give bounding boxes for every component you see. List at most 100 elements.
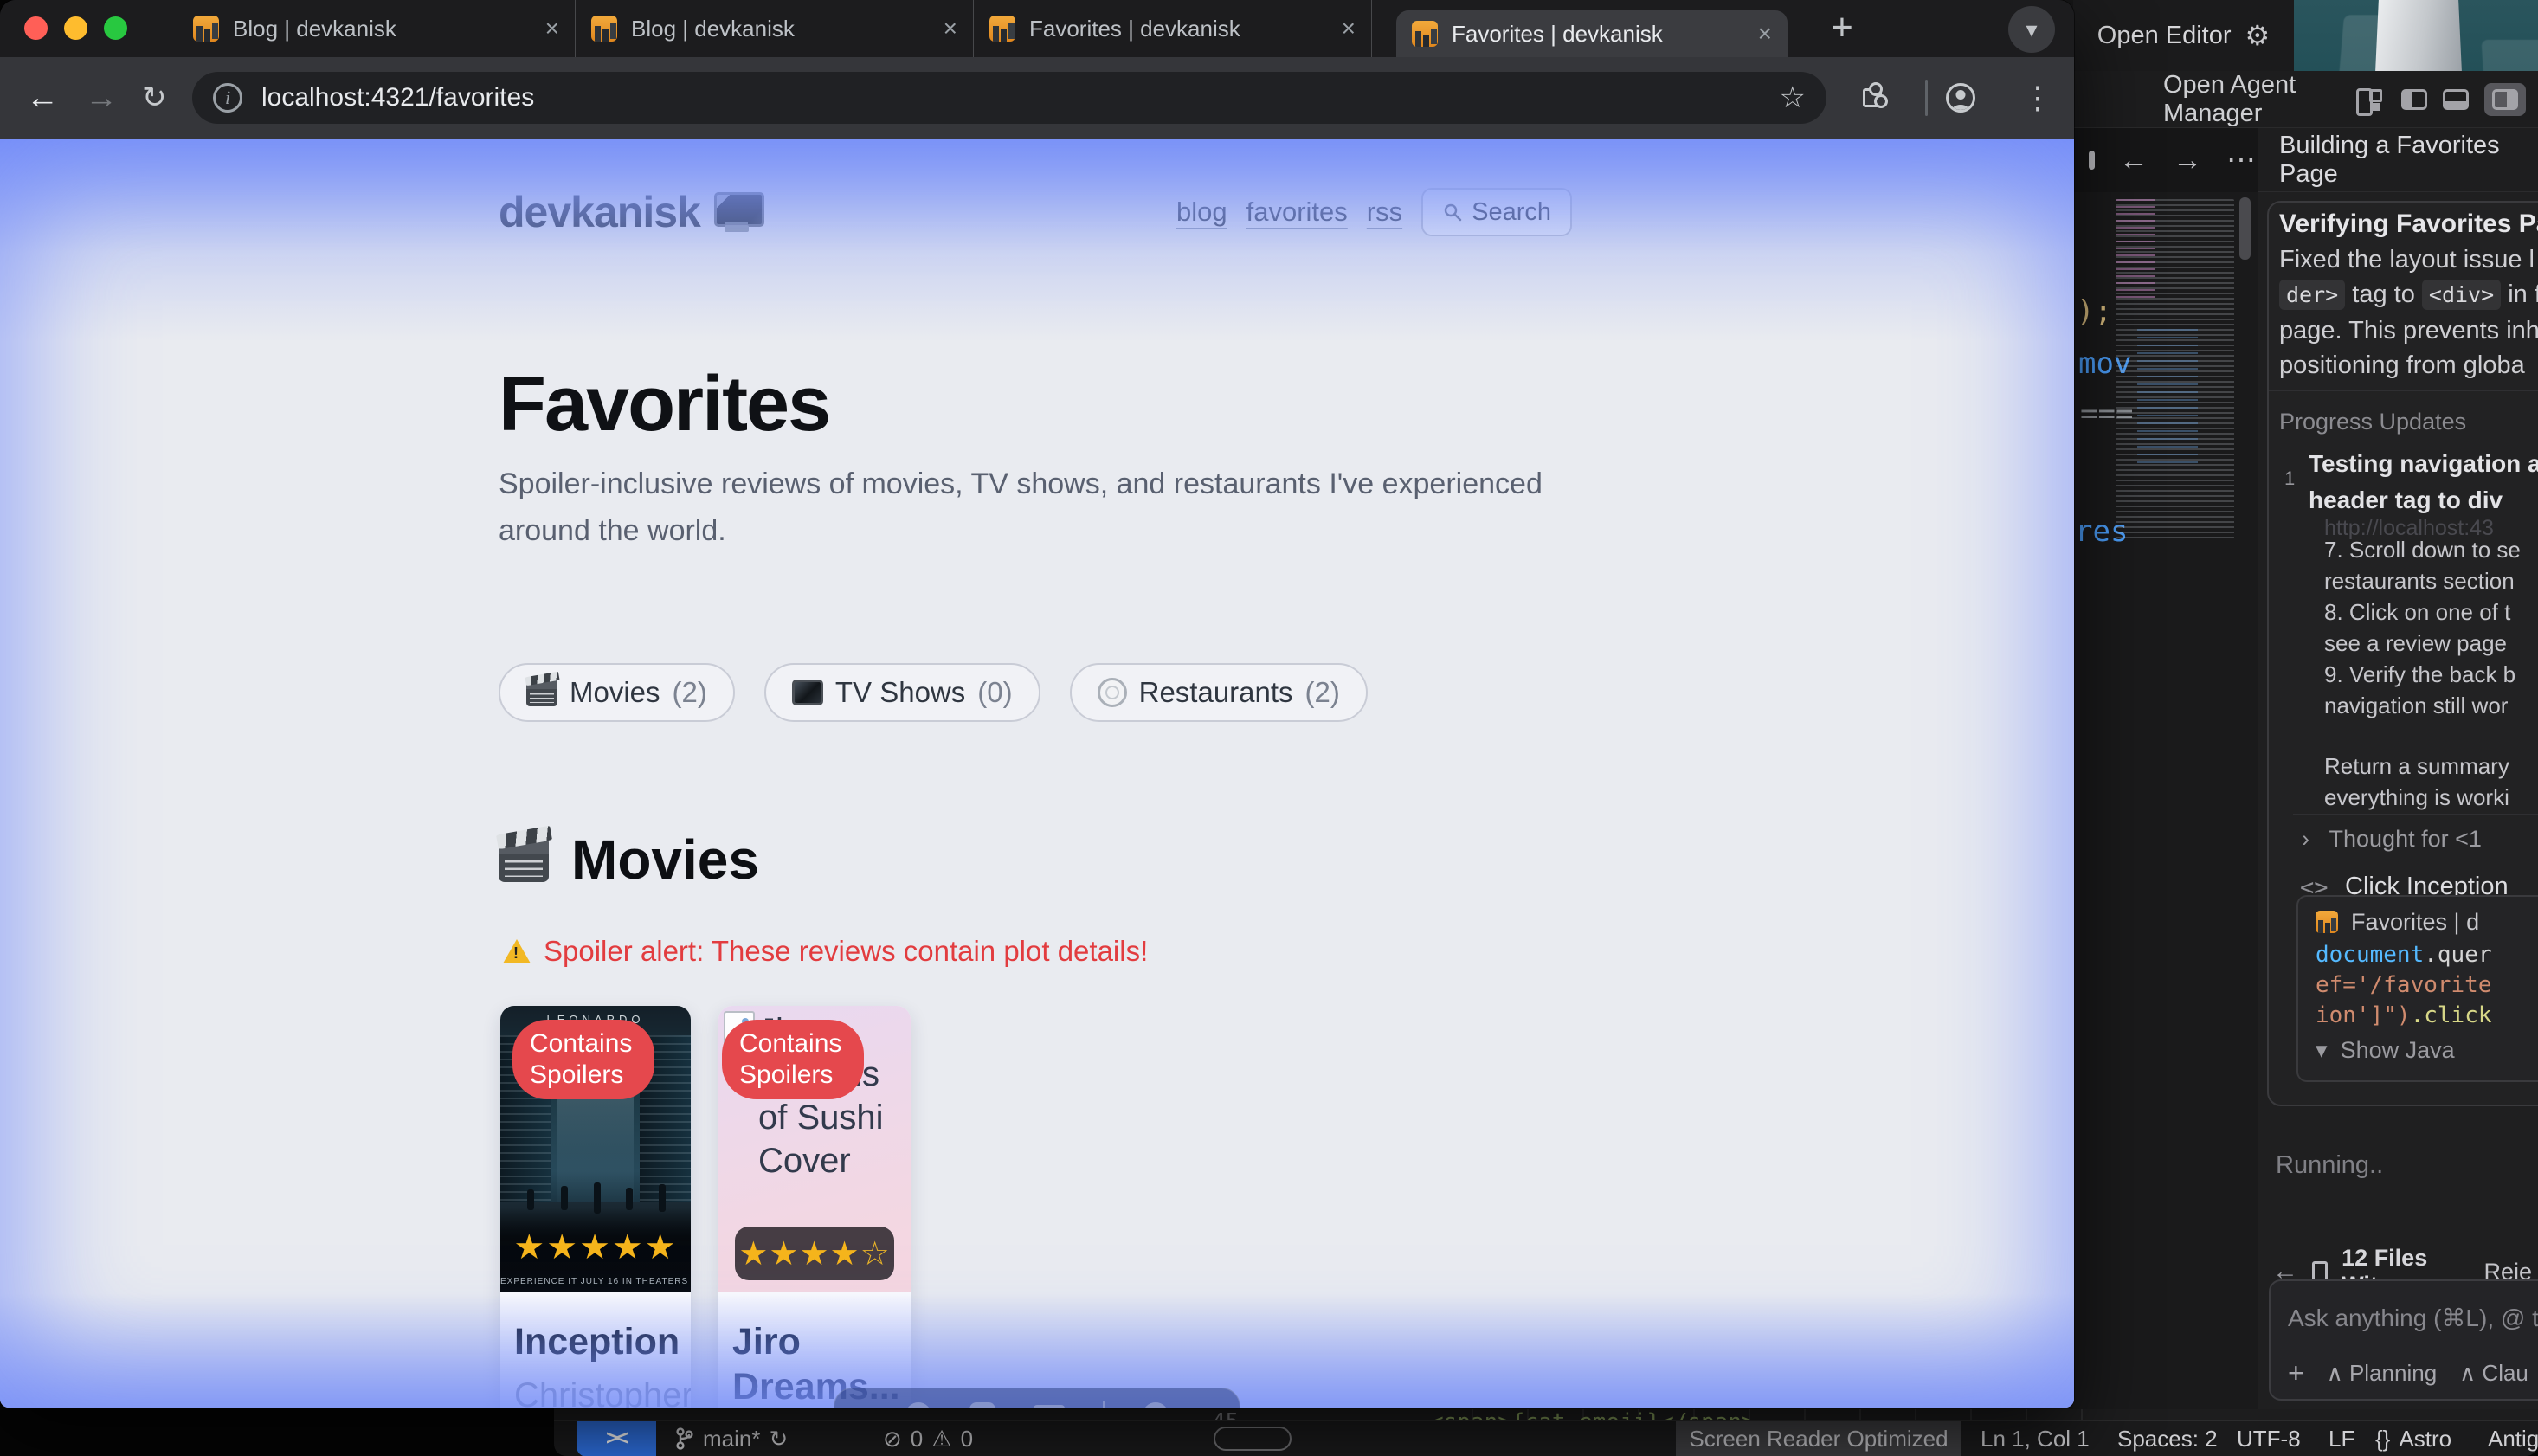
browser-tab[interactable]: Favorites | devkanisk × (974, 0, 1372, 57)
add-context-button[interactable]: + (2288, 1357, 2304, 1389)
code-peek-strip: 45 <span>{cat.emoji}</span> (554, 1409, 2538, 1420)
bookmark-star-icon[interactable]: ☆ (1780, 81, 1806, 115)
nav-link-favorites[interactable]: favorites (1246, 196, 1348, 228)
browser-tab[interactable]: Blog | devkanisk × (576, 0, 974, 57)
forward-button[interactable]: → (85, 57, 118, 139)
tab-close-icon[interactable]: × (944, 15, 957, 42)
layout-right-panel-active[interactable] (2484, 83, 2526, 116)
dev-toolbar-icon[interactable] (905, 1402, 931, 1408)
browser-toolbar: ← → ↻ i localhost:4321/favorites ☆ ⋮ (0, 57, 2074, 139)
divider (2293, 814, 2538, 815)
minimap[interactable] (2116, 199, 2234, 538)
minimize-window-button[interactable] (64, 16, 87, 40)
problems-indicator[interactable]: ⊘0 ⚠0 (883, 1421, 973, 1456)
movie-card-inception[interactable]: LEONARDO DICAPRIO ★★★★★ EXPERIENCE IT JU… (500, 1006, 691, 1408)
browser-tab[interactable]: Blog | devkanisk × (177, 0, 576, 57)
show-javascript-toggle[interactable]: ▾ Show Java (2316, 1037, 2455, 1064)
filter-restaurants[interactable]: Restaurants(2) (1070, 663, 1368, 722)
app-name[interactable]: Antig (2488, 1421, 2538, 1456)
nav-link-rss[interactable]: rss (1367, 196, 1402, 228)
nav-link-blog[interactable]: blog (1176, 196, 1227, 228)
agent-manager-title[interactable]: Open Agent Manager (2163, 71, 2356, 128)
editor-forward-icon[interactable]: → (2173, 144, 2202, 177)
step-line: restaurants section (2324, 568, 2515, 595)
tab-close-icon[interactable]: × (545, 15, 559, 42)
agent-manager-bar: Open Agent Manager (2073, 71, 2538, 128)
extensions-icon[interactable] (1863, 57, 1882, 139)
site-nav: blog favorites rss Search (1176, 188, 1572, 236)
address-bar[interactable]: i localhost:4321/favorites ☆ (192, 72, 1826, 124)
gear-icon[interactable]: ⚙ (2245, 19, 2271, 52)
minimap-scrollbar-thumb[interactable] (2239, 197, 2251, 260)
tool-tab-row: Favorites | d (2316, 909, 2479, 936)
mode-selector[interactable]: ∧ Planning (2327, 1360, 2437, 1387)
remote-indicator[interactable]: >< (577, 1421, 656, 1456)
tab-title: Favorites | devkanisk (1452, 21, 1663, 48)
progress-item-title: header tag to div (2309, 486, 2503, 514)
step-line: 7. Scroll down to se (2324, 537, 2521, 564)
zoom-window-button[interactable] (104, 16, 127, 40)
filter-movies[interactable]: Movies(2) (499, 663, 735, 722)
message-line: Fixed the layout issue l (2279, 246, 2535, 274)
peek-code: <span>{cat.emoji}</span> (1430, 1409, 1755, 1420)
cursor-position[interactable]: Ln 1, Col 1 (1981, 1421, 2090, 1456)
close-window-button[interactable] (24, 16, 48, 40)
dev-toolbar-divider (1103, 1401, 1105, 1408)
site-title[interactable]: devkanisk (499, 187, 759, 237)
eol[interactable]: LF (2329, 1421, 2354, 1456)
composer-placeholder[interactable]: Ask anything (⌘L), @ to (2288, 1304, 2538, 1332)
site-info-icon[interactable]: i (213, 83, 242, 113)
screen-reader-mode[interactable]: Screen Reader Optimized (1676, 1421, 1961, 1456)
desktop: Open Editor ⚙ Open Agent Manager ← → ⋯ )… (0, 0, 2538, 1456)
tab-search-button[interactable]: ▾ (2008, 6, 2055, 53)
window-controls (24, 16, 127, 40)
astro-dev-toolbar[interactable] (834, 1388, 1240, 1408)
dev-toolbar-icon[interactable] (969, 1402, 995, 1408)
message-line: positioning from globa (2279, 351, 2525, 380)
indentation[interactable]: Spaces: 2 (2117, 1421, 2218, 1456)
encoding[interactable]: UTF-8 (2237, 1421, 2301, 1456)
dev-toolbar-icon[interactable] (1143, 1402, 1169, 1408)
dev-toolbar-icon[interactable] (1034, 1405, 1065, 1408)
status-bar: >< main* ↻ ⊘0 ⚠0 Screen Reader Optimized… (554, 1420, 2538, 1456)
tv-icon (792, 680, 823, 705)
git-branch[interactable]: main* ↻ (675, 1421, 788, 1456)
tab-close-icon[interactable]: × (1758, 20, 1772, 48)
editor-more-icon[interactable]: ⋯ (2226, 143, 2258, 177)
browser-tab-active[interactable]: Favorites | devkanisk × (1396, 10, 1788, 57)
open-editor-label[interactable]: Open Editor (2097, 22, 2232, 50)
url-text[interactable]: localhost:4321/favorites (261, 83, 534, 113)
errors-icon: ⊘ (883, 1426, 902, 1453)
tab-close-icon[interactable]: × (1342, 15, 1356, 42)
favicon-city-icon (591, 16, 617, 42)
split-editor-icon[interactable] (2089, 151, 2095, 170)
browser-menu-icon[interactable]: ⋮ (2022, 57, 2053, 139)
chat-composer[interactable]: Ask anything (⌘L), @ to + ∧ Planning ∧ C… (2269, 1279, 2538, 1401)
reload-button[interactable]: ↻ (142, 57, 167, 139)
braces-icon: {} (2375, 1426, 2390, 1453)
filter-tv-shows[interactable]: TV Shows(0) (764, 663, 1040, 722)
back-button[interactable]: ← (26, 57, 59, 139)
status-pill-outline (1214, 1427, 1292, 1451)
movie-card-jiro[interactable]: Jiro Dreams of Sushi Cover ★★★★☆ Contain… (718, 1006, 911, 1408)
layout-columns-icon[interactable] (2356, 88, 2386, 111)
movie-title[interactable]: Inception (514, 1319, 677, 1364)
thought-toggle[interactable]: › Thought for <1 (2302, 826, 2482, 853)
monitor-icon (714, 192, 759, 232)
new-tab-button[interactable]: + (1818, 3, 1866, 52)
running-status: Running.. (2276, 1151, 2383, 1180)
layout-bottom-panel-icon[interactable] (2443, 89, 2469, 110)
search-button[interactable]: Search (1421, 188, 1572, 236)
open-editor-bar[interactable]: Open Editor ⚙ (2073, 0, 2294, 71)
layout-left-panel-icon[interactable] (2401, 89, 2427, 110)
language-mode[interactable]: {}Astro (2375, 1421, 2451, 1456)
model-selector[interactable]: ∧ Clau (2459, 1360, 2528, 1387)
spoiler-badge: Contains Spoilers (512, 1020, 654, 1099)
step-line: 8. Click on one of t (2324, 599, 2510, 626)
tool-code-line: document.quer (2316, 942, 2492, 968)
editor-back-icon[interactable]: ← (2119, 144, 2148, 177)
divider (2269, 390, 2538, 391)
code-chip: <div> (2422, 280, 2501, 310)
profile-icon[interactable] (1946, 57, 1975, 139)
sync-icon[interactable]: ↻ (769, 1426, 788, 1453)
